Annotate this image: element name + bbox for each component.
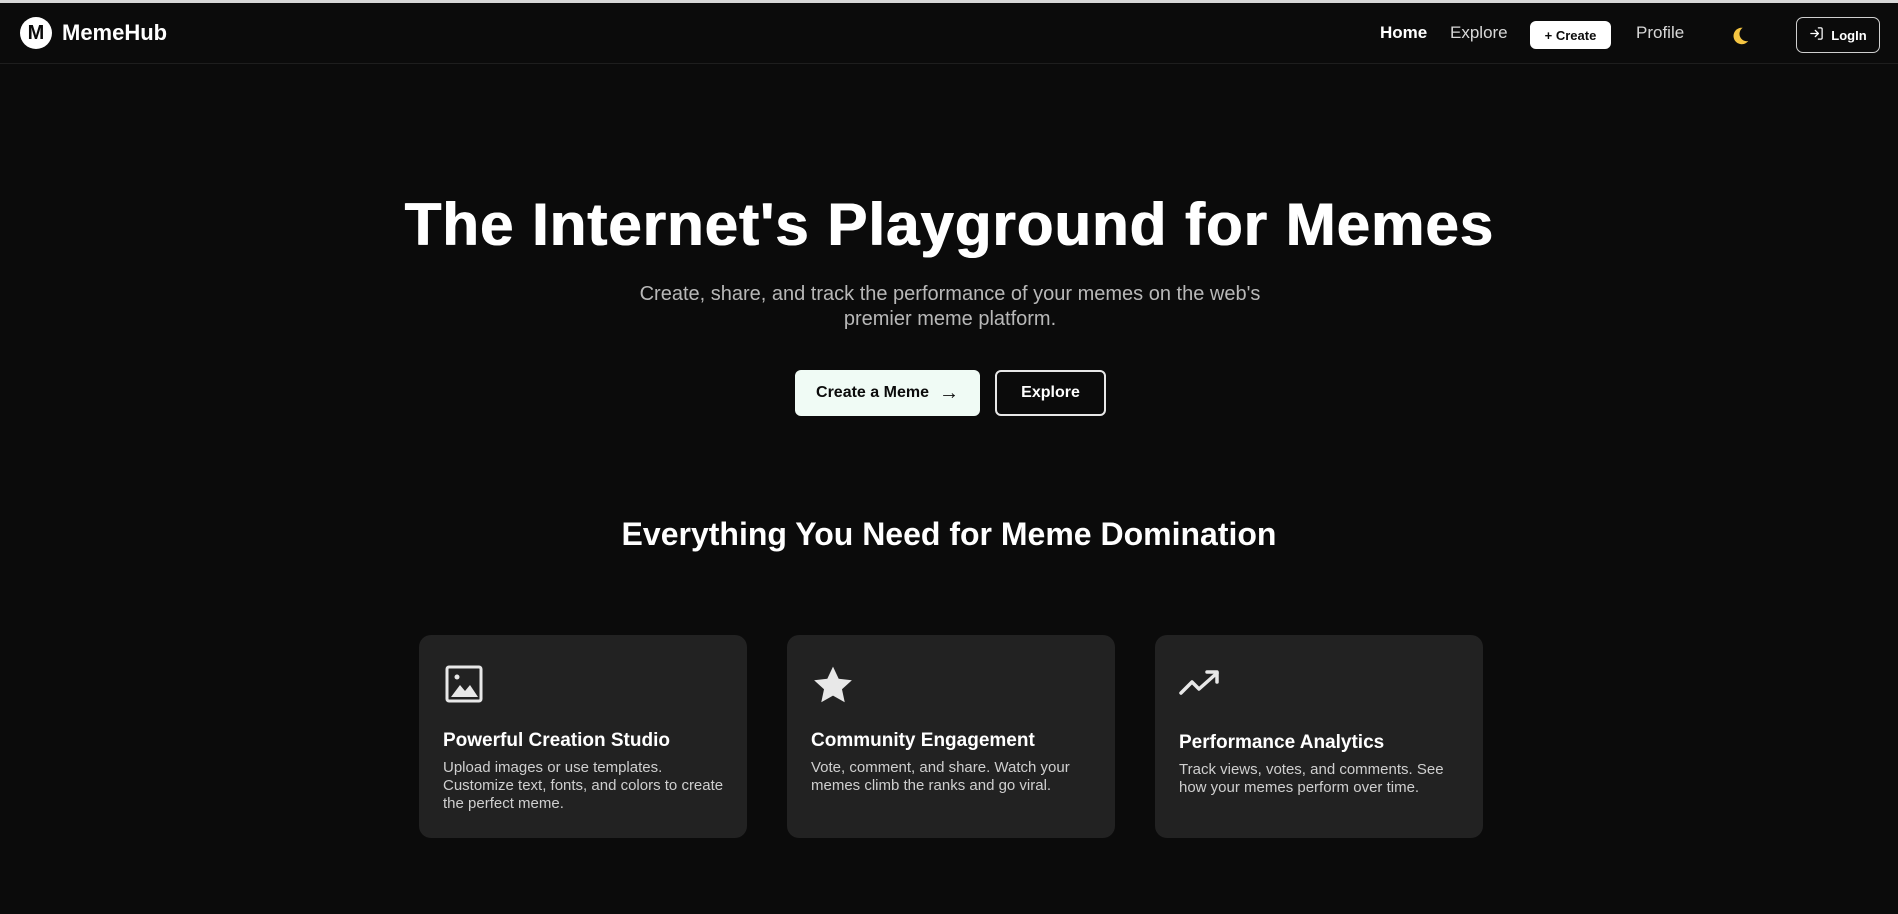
navbar: M MemeHub Home Explore + Create Profile …	[0, 3, 1898, 64]
feature-title: Powerful Creation Studio	[443, 730, 670, 751]
logo-badge: M	[20, 17, 52, 49]
feature-card-community: Community Engagement Vote, comment, and …	[787, 635, 1115, 838]
login-button[interactable]: LogIn	[1796, 17, 1880, 53]
features-heading: Everything You Need for Meme Domination	[621, 516, 1277, 552]
create-meme-label: Create a Meme	[816, 384, 929, 401]
feature-description: Vote, comment, and share. Watch your mem…	[811, 759, 1070, 794]
feature-title: Community Engagement	[811, 730, 1035, 751]
star-icon	[811, 663, 855, 707]
arrow-right-icon: →	[938, 381, 959, 404]
nav-home-link[interactable]: Home	[1380, 23, 1427, 43]
feature-description: Upload images or use templates. Customiz…	[443, 759, 724, 812]
feature-title: Performance Analytics	[1179, 732, 1385, 753]
nav-explore-link[interactable]: Explore	[1450, 23, 1508, 43]
nav-profile-link[interactable]: Profile	[1636, 23, 1684, 43]
feature-description: Track views, votes, and comments. See ho…	[1179, 761, 1444, 796]
explore-button[interactable]: Explore	[995, 370, 1106, 416]
feature-card-analytics: Performance Analytics Track views, votes…	[1155, 635, 1483, 838]
trending-up-icon	[1179, 663, 1223, 707]
feature-card-creation: Powerful Creation Studio Upload images o…	[419, 635, 747, 838]
create-meme-button[interactable]: Create a Meme →	[795, 370, 980, 416]
hero-subtitle: Create, share, and track the performance…	[639, 283, 1261, 330]
moon-icon[interactable]	[1729, 25, 1751, 47]
nav-create-button[interactable]: + Create	[1530, 21, 1611, 49]
login-icon	[1809, 26, 1824, 44]
image-icon	[443, 663, 487, 707]
login-label: LogIn	[1831, 27, 1867, 43]
brand-name: MemeHub	[62, 20, 168, 45]
hero-title: The Internet's Playground for Memes	[404, 191, 1494, 258]
logo[interactable]: M MemeHub	[20, 17, 167, 49]
